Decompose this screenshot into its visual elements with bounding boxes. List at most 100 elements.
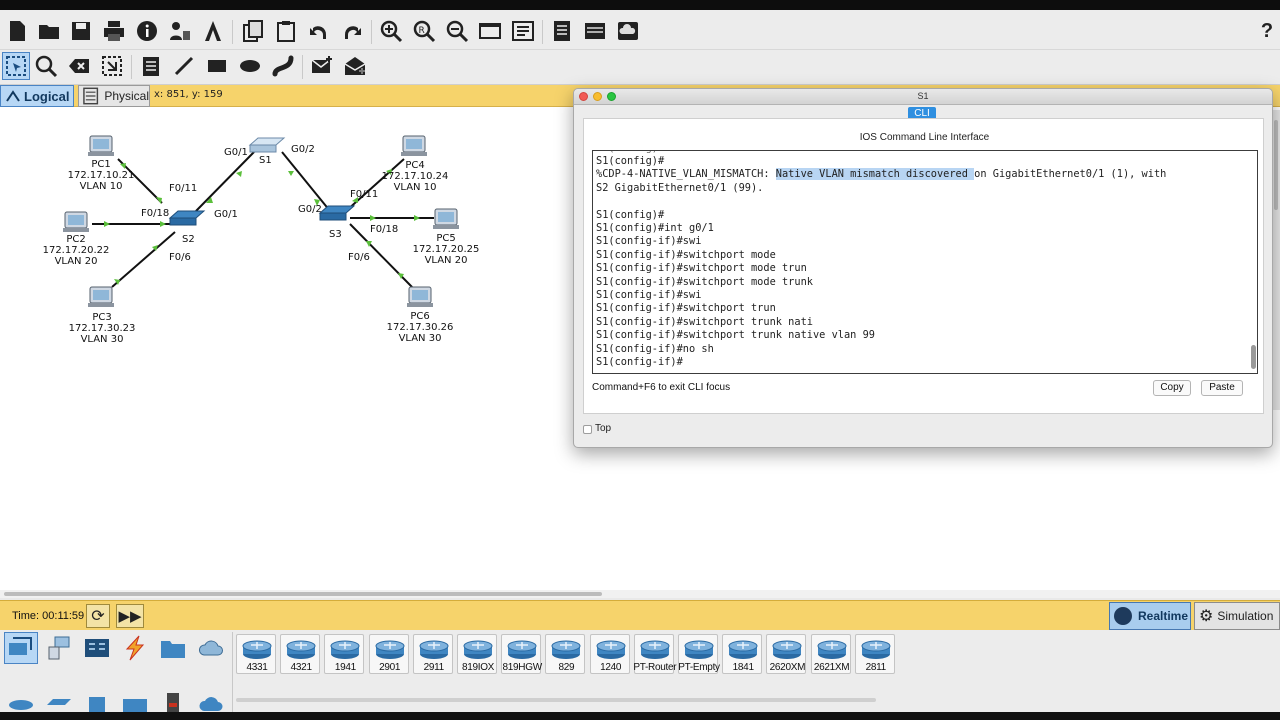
port-label: G0/2 xyxy=(298,204,322,215)
device-model-label: 2901 xyxy=(379,662,401,673)
end-devices-category-icon[interactable] xyxy=(42,632,76,664)
draw-rectangle-icon[interactable] xyxy=(204,53,230,79)
device-tile[interactable]: 2911 xyxy=(412,634,453,674)
terminal-line: S1(config)# xyxy=(596,208,665,221)
port-label: F0/6 xyxy=(169,252,191,263)
device-tile[interactable]: 2811 xyxy=(854,634,895,674)
copy-icon[interactable] xyxy=(240,18,266,44)
terminal-line: S1(config-if)# xyxy=(596,356,683,368)
device-tile[interactable]: 1941 xyxy=(324,634,365,674)
router-icon xyxy=(286,640,316,659)
port-label: F0/11 xyxy=(350,189,379,200)
workspace-horizontal-scrollbar[interactable] xyxy=(0,590,1280,598)
pc4-label: PC4 172.17.10.24 VLAN 10 xyxy=(381,160,449,193)
add-simple-pdu-icon[interactable] xyxy=(309,53,335,79)
device-tile[interactable]: 2901 xyxy=(368,634,409,674)
undo-icon[interactable] xyxy=(306,18,332,44)
pc4-icon xyxy=(401,135,427,156)
workspace-vertical-scrollbar[interactable] xyxy=(1272,110,1280,410)
open-folder-icon[interactable] xyxy=(36,18,62,44)
port-label: F0/11 xyxy=(169,183,198,194)
multiuser-category-icon[interactable] xyxy=(194,632,228,664)
note-icon[interactable] xyxy=(138,53,164,79)
device-tile[interactable]: 2620XM xyxy=(766,634,807,674)
switch-s2-icon xyxy=(168,210,206,226)
cluster-icon[interactable] xyxy=(549,18,575,44)
simulation-mode-button[interactable]: ⚙ Simulation xyxy=(1194,602,1280,630)
network-info-icon[interactable] xyxy=(167,18,193,44)
pc5-icon xyxy=(433,208,459,229)
draw-line-icon[interactable] xyxy=(171,53,197,79)
scrollbar-thumb[interactable] xyxy=(4,592,602,596)
router-icon xyxy=(551,640,581,659)
device-tile[interactable]: 4331 xyxy=(236,634,276,674)
resize-icon[interactable] xyxy=(99,53,125,79)
device-tile[interactable]: 819HGW xyxy=(501,634,542,674)
router-icon xyxy=(463,640,493,659)
selected-text: Native VLAN mismatch discovered xyxy=(775,168,975,181)
terminal-scrollbar[interactable] xyxy=(1251,153,1256,371)
draw-ellipse-icon[interactable] xyxy=(237,53,263,79)
device-tile[interactable]: 1841 xyxy=(722,634,763,674)
cloud-service-icon[interactable] xyxy=(615,18,641,44)
link-dot xyxy=(370,215,376,221)
miscellaneous-category-icon[interactable] xyxy=(156,632,190,664)
physical-tab[interactable]: Physical xyxy=(78,85,150,107)
realtime-mode-button[interactable]: Realtime xyxy=(1109,602,1191,630)
top-strip xyxy=(0,0,1280,10)
link-dot xyxy=(288,171,294,176)
zoom-reset-icon[interactable]: R xyxy=(411,18,437,44)
device-model-label: PT-Router xyxy=(633,662,677,673)
cli-titlebar[interactable]: S1 xyxy=(574,89,1272,105)
terminal-line: S1(config)#int g0/1 xyxy=(596,222,714,234)
fast-forward-time-button[interactable]: ▶▶ xyxy=(116,604,144,628)
device-tile[interactable]: 4321 xyxy=(280,634,321,674)
zoom-in-icon[interactable] xyxy=(378,18,404,44)
device-tile[interactable]: 2621XM xyxy=(810,634,851,674)
palette-scrollbar[interactable] xyxy=(236,698,876,702)
switch-s3-icon xyxy=(318,205,356,221)
network-devices-category-icon[interactable] xyxy=(4,632,38,664)
connections-category-icon[interactable] xyxy=(118,632,152,664)
paste-icon[interactable] xyxy=(273,18,299,44)
physical-tab-label: Physical xyxy=(104,89,149,103)
select-tool-icon[interactable] xyxy=(2,52,30,80)
print-icon[interactable] xyxy=(101,18,127,44)
device-tile[interactable]: 829 xyxy=(545,634,586,674)
redo-icon[interactable] xyxy=(339,18,365,44)
paste-button[interactable]: Paste xyxy=(1201,380,1243,396)
terminal-line: S2 GigabitEthernet0/1 (99). xyxy=(596,181,764,194)
device-tile[interactable]: PT-Empty xyxy=(678,634,720,674)
terminal-output[interactable]: S1(config)# S1(config)#%CDP-4-NATIVE_VLA… xyxy=(592,150,1258,374)
device-tile[interactable]: PT-Router xyxy=(633,634,677,674)
add-complex-pdu-icon[interactable] xyxy=(342,53,368,79)
simulation-icon: ⚙ xyxy=(1199,608,1214,625)
logical-tab[interactable]: Logical xyxy=(0,85,74,107)
scrollbar-thumb[interactable] xyxy=(1274,120,1278,210)
device-tile[interactable]: 1240 xyxy=(589,634,630,674)
components-category-icon[interactable] xyxy=(80,632,114,664)
help-icon[interactable]: ? xyxy=(1254,18,1280,44)
router-icon xyxy=(242,640,272,659)
copy-button[interactable]: Copy xyxy=(1153,380,1191,396)
router-icon xyxy=(772,640,802,659)
device-tile[interactable]: 819IOX xyxy=(457,634,497,674)
cli-heading: IOS Command Line Interface xyxy=(859,132,990,143)
delete-icon[interactable] xyxy=(66,53,92,79)
info-icon[interactable] xyxy=(134,18,160,44)
top-checkbox[interactable] xyxy=(583,425,592,434)
inspect-icon[interactable] xyxy=(33,53,59,79)
custom-devices-dialog-icon[interactable] xyxy=(510,18,536,44)
reset-icon: ⟳ xyxy=(91,608,105,625)
freeform-icon[interactable] xyxy=(270,53,296,79)
pc2-label: PC2 172.17.20.22 VLAN 20 xyxy=(42,234,110,267)
custom-device-icon[interactable] xyxy=(200,18,226,44)
power-cycle-devices-button[interactable]: ⟳ xyxy=(86,604,110,628)
environment-icon[interactable] xyxy=(582,18,608,44)
new-file-icon[interactable] xyxy=(4,18,30,44)
save-icon[interactable] xyxy=(68,18,94,44)
zoom-out-icon[interactable] xyxy=(444,18,470,44)
device-model-label: 2811 xyxy=(865,662,887,673)
drawing-palette-icon[interactable] xyxy=(477,18,503,44)
scrollbar-thumb[interactable] xyxy=(1251,345,1256,369)
